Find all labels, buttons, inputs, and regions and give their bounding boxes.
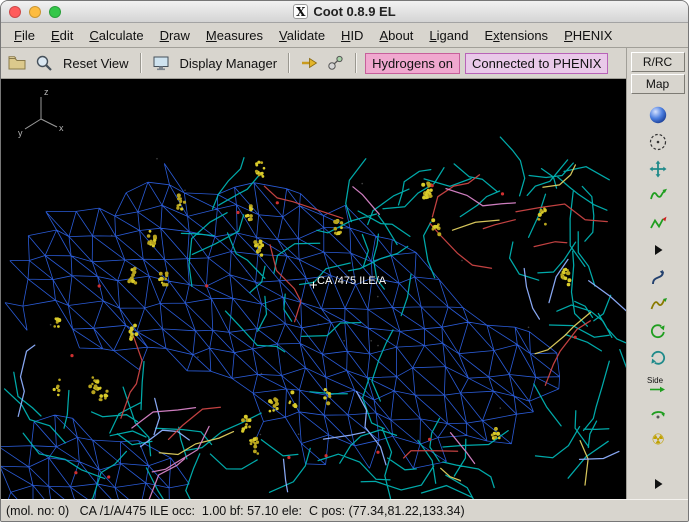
atoms-icon[interactable] (325, 52, 347, 74)
menu-calculate[interactable]: Calculate (81, 25, 151, 46)
molecule-scene: z y x (1, 79, 628, 501)
side-chain-flip-icon[interactable]: Side (643, 371, 673, 398)
svg-text:☢: ☢ (651, 430, 664, 448)
svg-text:y: y (18, 128, 23, 138)
menu-hid[interactable]: HID (333, 25, 371, 46)
jed-flip-icon[interactable] (643, 398, 673, 425)
zoom-button[interactable] (49, 6, 61, 18)
rotate-translate-icon[interactable] (643, 263, 673, 290)
more-tools-icon[interactable] (643, 470, 673, 497)
close-button[interactable] (9, 6, 21, 18)
svg-text:z: z (44, 87, 49, 97)
menu-edit[interactable]: Edit (43, 25, 81, 46)
svg-text:x: x (59, 123, 64, 133)
menu-extensions[interactable]: Extensions (476, 25, 556, 46)
window-title: X Coot 0.8.9 EL (293, 4, 396, 19)
minimize-button[interactable] (29, 6, 41, 18)
magnifier-icon[interactable] (33, 52, 55, 74)
menu-about[interactable]: About (371, 25, 421, 46)
titlebar: X Coot 0.8.9 EL (1, 1, 688, 23)
status-text: (mol. no: 0) CA /1/A/475 ILE occ: 1.00 b… (6, 503, 465, 518)
map-button[interactable]: Map (630, 74, 685, 94)
right-tool-panel: R/RC Map Side ☢ (626, 48, 688, 501)
display-manager-button[interactable]: Display Manager (177, 54, 281, 73)
toolbar-separator (139, 53, 142, 73)
toolbar-separator (355, 53, 358, 73)
status-bar: (mol. no: 0) CA /1/A/475 ILE occ: 1.00 b… (1, 499, 688, 521)
hydrogens-toggle-badge[interactable]: Hydrogens on (365, 52, 461, 74)
rrc-button[interactable]: R/RC (630, 52, 685, 72)
menu-draw[interactable]: Draw (152, 25, 198, 46)
coot-window: X Coot 0.8.9 EL File Edit Calculate Draw Mea… (0, 0, 689, 522)
regularize-zone-icon[interactable] (643, 209, 673, 236)
go-to-atom-icon[interactable] (298, 52, 320, 74)
auto-fit-rotamer-icon[interactable] (643, 290, 673, 317)
menu-validate[interactable]: Validate (271, 25, 333, 46)
menu-measures[interactable]: Measures (198, 25, 271, 46)
main-toolbar: Reset View Display Manager Hydrogens on … (1, 48, 628, 79)
menu-bar: File Edit Calculate Draw Measures Validate HID… (1, 23, 688, 48)
svg-text:Side: Side (647, 376, 664, 385)
open-folder-icon[interactable] (6, 52, 28, 74)
graphics-canvas[interactable]: z y x CA /475 ILE/A (1, 79, 628, 501)
expand-tools-icon[interactable] (643, 236, 673, 263)
traffic-lights (9, 6, 61, 18)
dashed-sphere-icon[interactable] (643, 128, 673, 155)
sphere-icon[interactable] (643, 101, 673, 128)
menu-phenix[interactable]: PHENIX (556, 25, 620, 46)
menu-file[interactable]: File (6, 25, 43, 46)
display-manager-icon[interactable] (150, 52, 172, 74)
rotamers-icon[interactable] (643, 317, 673, 344)
reset-view-button[interactable]: Reset View (60, 54, 132, 73)
edit-chi-angles-icon[interactable] (643, 344, 673, 371)
refine-zone-icon[interactable] (643, 182, 673, 209)
atom-label: CA /475 ILE/A (317, 275, 387, 287)
toolbar-separator (288, 53, 291, 73)
menu-ligand[interactable]: Ligand (421, 25, 476, 46)
tool-icon-column: Side ☢ (627, 101, 688, 501)
x11-logo-icon: X (293, 4, 309, 19)
window-title-text: Coot 0.8.9 EL (313, 4, 396, 19)
translate-view-icon[interactable] (643, 155, 673, 182)
radiation-icon[interactable]: ☢ (643, 425, 673, 452)
phenix-connection-badge[interactable]: Connected to PHENIX (465, 52, 609, 74)
